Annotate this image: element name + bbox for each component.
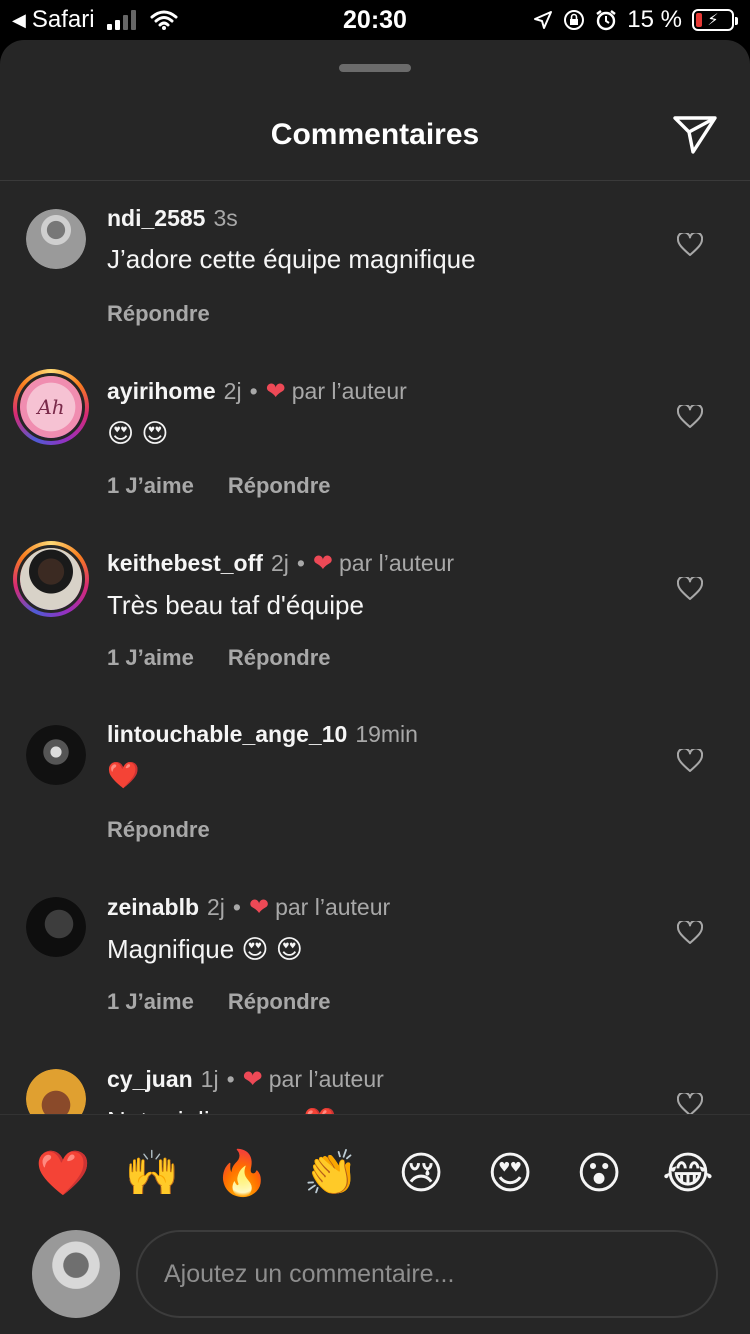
separator-dot: •: [249, 378, 258, 404]
like-heart-icon[interactable]: [677, 233, 703, 257]
like-heart-icon[interactable]: [677, 921, 703, 945]
author-heart-icon: ❤: [312, 550, 334, 577]
comment-item: keithebest_off 2j • ❤ par l’auteur Très …: [0, 525, 750, 697]
avatar[interactable]: [26, 725, 86, 785]
avatar[interactable]: [13, 541, 89, 617]
location-arrow-icon: [534, 11, 553, 29]
emoji-bar-divider: [0, 1114, 750, 1115]
comment-time: 2j: [207, 894, 225, 920]
sheet-drag-handle[interactable]: [339, 64, 411, 72]
alarm-icon: [596, 10, 617, 31]
like-heart-icon[interactable]: [677, 1093, 703, 1114]
comment-text: 😍 😍: [107, 418, 169, 448]
comment-text: ❤️: [107, 760, 140, 790]
like-heart-icon[interactable]: [677, 749, 703, 773]
charging-bolt-icon: ⚡: [707, 12, 719, 29]
comment-item: cy_juan 1j • ❤ par l’auteur Notre jolie …: [0, 1041, 750, 1114]
author-heart-icon: ❤: [265, 378, 286, 405]
like-heart-icon[interactable]: [677, 577, 703, 601]
comment-text: Magnifique 😍 😍: [107, 934, 303, 964]
comment-item: zeinablb 2j • ❤ par l’auteur Magnifique …: [0, 869, 750, 1041]
avatar[interactable]: [26, 897, 86, 957]
liked-by-author-label: par l’auteur: [275, 894, 391, 920]
comment-username[interactable]: ayirihome: [107, 378, 216, 405]
emoji-heart-eyes-button[interactable]: 😍: [480, 1144, 540, 1204]
comment-text: J’adore cette équipe magnifique: [107, 244, 476, 274]
avatar[interactable]: [26, 209, 86, 269]
comment-time: 19min: [355, 721, 418, 747]
author-heart-icon: ❤: [248, 894, 270, 921]
avatar[interactable]: [26, 1069, 86, 1114]
emoji-fire-button[interactable]: 🔥: [212, 1144, 272, 1204]
emoji-heart-button[interactable]: ❤️: [33, 1144, 93, 1204]
current-user-avatar: [32, 1230, 120, 1318]
comment-time: 2j: [270, 550, 289, 576]
rotation-lock-icon: [564, 10, 585, 30]
separator-dot: •: [232, 894, 241, 920]
reply-button[interactable]: Répondre: [228, 645, 331, 671]
separator-dot: •: [226, 1066, 235, 1092]
comment-username[interactable]: zeinablb: [107, 894, 199, 921]
comment-text: Très beau taf d'équipe: [107, 590, 364, 620]
comments-sheet: Commentaires ndi_2585 3s J’adore cette é…: [0, 40, 750, 1334]
emoji-clap-button[interactable]: 👏: [301, 1144, 361, 1204]
comments-list[interactable]: ndi_2585 3s J’adore cette équipe magnifi…: [0, 181, 750, 1114]
likes-count[interactable]: 1 J’aime: [107, 473, 194, 499]
comment-username[interactable]: keithebest_off: [107, 550, 263, 577]
comment-time: 3s: [213, 205, 238, 231]
separator-dot: •: [296, 550, 305, 576]
comment-username[interactable]: lintouchable_ange_10: [107, 721, 347, 748]
comment-username[interactable]: cy_juan: [107, 1066, 193, 1093]
liked-by-author-label: par l’auteur: [339, 550, 455, 576]
comment-text: Notre jolie coeur ❤️: [107, 1106, 647, 1114]
status-right: 15 % ⚡: [533, 6, 738, 34]
reply-button[interactable]: Répondre: [107, 301, 210, 327]
comment-input[interactable]: [136, 1230, 718, 1318]
battery-percentage: 15 %: [627, 6, 682, 33]
comment-time: 2j: [223, 378, 242, 404]
emoji-raised-hands-button[interactable]: 🙌: [122, 1144, 182, 1204]
emoji-laughing-button[interactable]: 😂: [658, 1144, 718, 1204]
emoji-surprised-button[interactable]: 😮: [569, 1144, 629, 1204]
reply-button[interactable]: Répondre: [228, 989, 331, 1015]
comment-username[interactable]: ndi_2585: [107, 205, 205, 232]
sheet-title: Commentaires: [270, 118, 480, 151]
share-send-icon[interactable]: [672, 114, 718, 156]
quick-emoji-bar: ❤️ 🙌 🔥 👏 😢 😍 😮 😂: [0, 1144, 750, 1204]
avatar[interactable]: Ah: [13, 369, 89, 445]
reply-button[interactable]: Répondre: [228, 473, 331, 499]
emoji-crying-button[interactable]: 😢: [391, 1144, 451, 1204]
likes-count[interactable]: 1 J’aime: [107, 989, 194, 1015]
like-heart-icon[interactable]: [677, 405, 703, 429]
comment-item: lintouchable_ange_10 19min ❤️ Répondre: [0, 697, 750, 869]
comment-item: Ah ayirihome 2j • ❤ par l’auteur 😍 😍 1 J…: [0, 353, 750, 525]
liked-by-author-label: par l’auteur: [291, 378, 407, 404]
comment-time: 1j: [200, 1066, 219, 1092]
status-bar: ◀ Safari 20:30 15 % ⚡: [0, 0, 750, 40]
likes-count[interactable]: 1 J’aime: [107, 645, 194, 671]
author-heart-icon: ❤: [242, 1066, 263, 1093]
comment-item: ndi_2585 3s J’adore cette équipe magnifi…: [0, 181, 750, 353]
liked-by-author-label: par l’auteur: [268, 1066, 384, 1092]
battery-icon: ⚡: [692, 9, 738, 31]
reply-button[interactable]: Répondre: [107, 817, 210, 843]
